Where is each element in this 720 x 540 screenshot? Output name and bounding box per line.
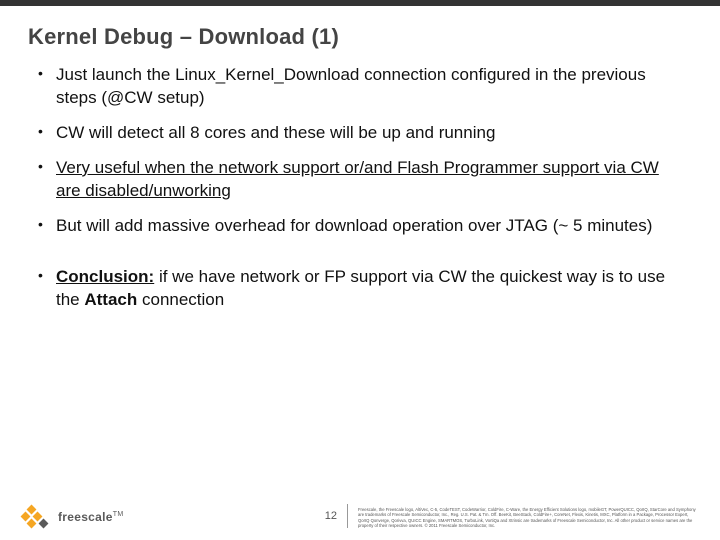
bullet-text: Very useful when the network support or/… — [56, 158, 659, 200]
legal-text: Freescale, the Freescale logo, AltiVec, … — [358, 507, 698, 528]
slide: Kernel Debug – Download (1) Just launch … — [0, 0, 720, 540]
logo-text: freescaleTM — [58, 510, 123, 524]
logo: freescaleTM — [22, 506, 123, 528]
bullet-text: connection — [137, 290, 224, 309]
list-item: Very useful when the network support or/… — [38, 157, 682, 203]
bullet-list: Just launch the Linux_Kernel_Download co… — [38, 64, 682, 312]
page-area: 12 Freescale, the Freescale logo, AltiVe… — [325, 504, 698, 528]
slide-body: Just launch the Linux_Kernel_Download co… — [0, 64, 720, 312]
list-item: Just launch the Linux_Kernel_Download co… — [38, 64, 682, 110]
bullet-text: But will add massive overhead for downlo… — [56, 216, 652, 235]
list-item: Conclusion: if we have network or FP sup… — [38, 266, 682, 312]
trademark: TM — [113, 511, 124, 518]
bullet-emphasis: Attach — [84, 290, 137, 309]
bullet-text: Just launch the Linux_Kernel_Download co… — [56, 65, 646, 107]
list-item: CW will detect all 8 cores and these wil… — [38, 122, 682, 145]
freescale-logo-icon — [22, 506, 52, 528]
list-item: But will add massive overhead for downlo… — [38, 215, 682, 238]
page-title: Kernel Debug – Download (1) — [0, 6, 720, 64]
logo-name: freescale — [58, 510, 113, 524]
page-number: 12 — [325, 504, 348, 528]
footer: freescaleTM 12 Freescale, the Freescale … — [22, 504, 698, 528]
bullet-text: CW will detect all 8 cores and these wil… — [56, 123, 495, 142]
bullet-label: Conclusion: — [56, 267, 154, 286]
